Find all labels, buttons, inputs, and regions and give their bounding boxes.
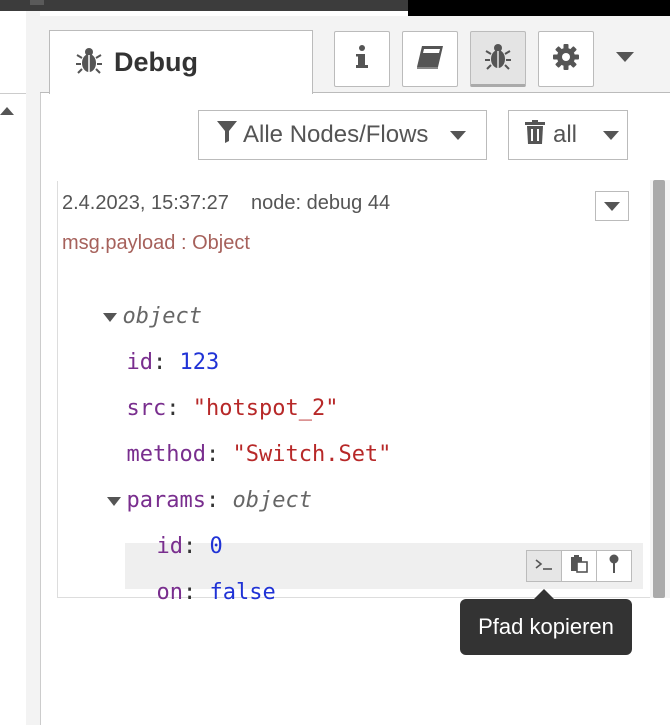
- terminal-icon: [535, 557, 553, 576]
- tree-row-params-on[interactable]: on: false: [130, 555, 276, 605]
- pin-icon: [609, 554, 619, 579]
- message-options-button[interactable]: [595, 191, 629, 221]
- message-meta: 2.4.2023, 15:37:27 node: debug 44: [62, 192, 391, 214]
- caret-expanded-icon[interactable]: [106, 496, 121, 506]
- bug-icon: [485, 42, 511, 75]
- tooltip-arrow: [534, 589, 554, 599]
- bug-icon: [76, 46, 102, 79]
- help-tab-button[interactable]: [402, 31, 458, 87]
- tree-row-src[interactable]: src: "hotspot_2": [100, 371, 339, 421]
- tree-value: false: [209, 580, 276, 605]
- window-top-bar-right: [408, 0, 670, 16]
- clipboard-icon: [570, 554, 588, 578]
- filter-label: Alle Nodes/Flows: [243, 121, 429, 148]
- window-top-bar: [0, 0, 408, 11]
- chevron-down-icon: [603, 130, 620, 140]
- chevron-down-icon: [604, 201, 620, 211]
- debug-tab-button[interactable]: [470, 31, 526, 87]
- tree-row-params-id[interactable]: id: 0: [130, 509, 223, 559]
- message-topic: msg.payload : Object: [62, 232, 250, 254]
- row-tools: [526, 550, 632, 582]
- tree-row-params[interactable]: params: object: [80, 463, 312, 513]
- workspace-divider: [0, 93, 26, 94]
- tree-value-type: object: [232, 488, 312, 513]
- tree-row-method[interactable]: method: "Switch.Set": [100, 417, 392, 467]
- sidebar-separator[interactable]: [26, 11, 40, 725]
- tree-root-row[interactable]: object: [76, 279, 202, 329]
- copy-path-button[interactable]: [526, 550, 562, 582]
- scroll-up-arrow-icon[interactable]: [0, 107, 14, 115]
- tree-key: on: [156, 580, 184, 605]
- tooltip: Pfad kopieren: [460, 599, 632, 655]
- gear-icon: [553, 43, 579, 75]
- tree-row-id[interactable]: id: 123: [100, 325, 220, 375]
- scrollbar-thumb[interactable]: [653, 180, 665, 598]
- pin-button[interactable]: [596, 550, 632, 582]
- caret-expanded-icon[interactable]: [102, 312, 117, 322]
- trash-icon: [525, 119, 545, 151]
- top-bar-marker: [30, 0, 44, 5]
- clear-label: all: [553, 121, 578, 148]
- tab-debug[interactable]: Debug: [49, 30, 313, 94]
- info-icon: [356, 44, 368, 74]
- sidebar-tabs-dropdown-icon[interactable]: [616, 52, 634, 62]
- info-tab-button[interactable]: [334, 31, 390, 87]
- book-icon: [416, 45, 444, 74]
- chevron-down-icon: [450, 130, 467, 140]
- config-tab-button[interactable]: [538, 31, 594, 87]
- filter-icon: [217, 120, 237, 150]
- tab-debug-label: Debug: [114, 47, 198, 77]
- copy-value-button[interactable]: [561, 550, 597, 582]
- workspace-edge: [0, 11, 27, 725]
- clear-messages-button[interactable]: all: [508, 110, 628, 160]
- filter-nodes-button[interactable]: Alle Nodes/Flows: [198, 110, 487, 160]
